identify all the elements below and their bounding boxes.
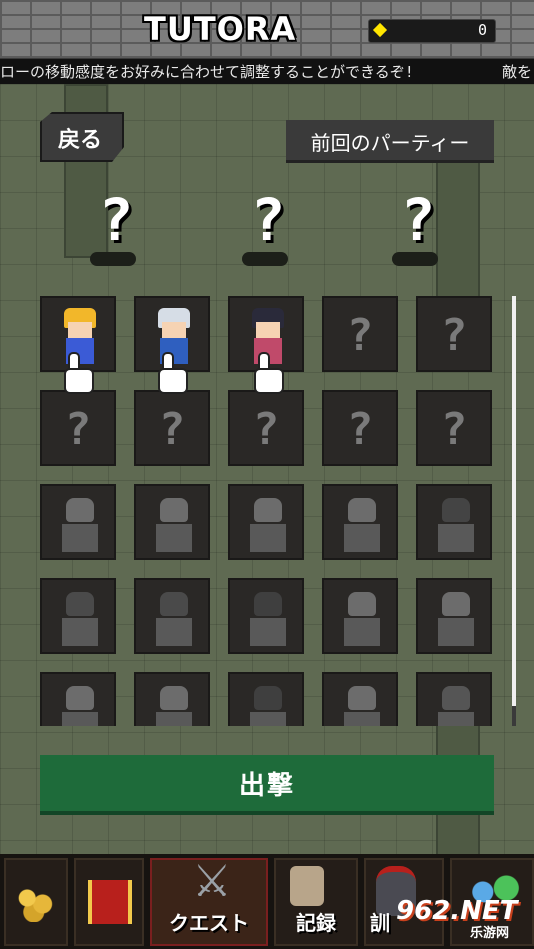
gift-box-icon: [88, 880, 132, 924]
site-watermark-logo: 962.NET 乐游网: [396, 896, 534, 946]
slot-shadow: [90, 252, 136, 266]
roster-cell-unknown[interactable]: ?: [40, 390, 116, 466]
locked-character-silhouette: [340, 498, 384, 554]
roster-cell-locked[interactable]: [228, 484, 304, 560]
gem-count: 0: [477, 21, 487, 39]
locked-character-silhouette: [152, 498, 196, 554]
locked-character-silhouette: [58, 498, 102, 554]
party-slot-1[interactable]: ?: [86, 188, 146, 274]
roster-cell-locked[interactable]: [134, 578, 210, 654]
roster-cell-unknown[interactable]: ?: [228, 390, 304, 466]
empty-slot-mark: ?: [98, 186, 134, 254]
locked-character-silhouette: [58, 592, 102, 648]
tutorial-hand-pointer-icon: [60, 354, 96, 394]
watermark-sub: 乐游网: [470, 926, 510, 941]
roster-cell-locked[interactable]: [322, 672, 398, 726]
locked-character-silhouette: [434, 498, 478, 554]
previous-party-label: 前回のパーティー: [310, 131, 470, 155]
empty-slot-mark: ?: [250, 186, 286, 254]
unknown-mark: ?: [346, 310, 374, 361]
roster-cell-locked[interactable]: [134, 484, 210, 560]
tutorial-hand-pointer-icon: [154, 354, 190, 394]
locked-character-silhouette: [340, 686, 384, 726]
roster-cell-unknown[interactable]: ?: [322, 390, 398, 466]
locked-character-silhouette: [152, 686, 196, 726]
hero-face: [256, 322, 280, 338]
roster-cell-unknown[interactable]: ?: [322, 296, 398, 372]
roster-cell-unknown[interactable]: ?: [416, 296, 492, 372]
nav-records[interactable]: 記録: [274, 858, 358, 946]
gem-counter: 0: [368, 19, 496, 43]
unknown-mark: ?: [252, 404, 280, 455]
roster-cell-locked[interactable]: [40, 578, 116, 654]
gold-coins-icon: [14, 882, 58, 922]
roster-cell-locked[interactable]: [416, 672, 492, 726]
locked-character-silhouette: [152, 592, 196, 648]
roster-cell-locked[interactable]: [40, 484, 116, 560]
roster-cell-unknown[interactable]: ?: [134, 390, 210, 466]
empty-slot-mark: ?: [400, 186, 436, 254]
slot-shadow: [392, 252, 438, 266]
previous-party-button[interactable]: 前回のパーティー: [286, 120, 494, 163]
nav-quest[interactable]: ⚔ クエスト: [150, 856, 268, 946]
sortie-button-label: 出撃: [238, 771, 295, 801]
unknown-mark: ?: [346, 404, 374, 455]
nav-gift[interactable]: [74, 858, 144, 946]
locked-character-silhouette: [246, 686, 290, 726]
roster-cell-locked[interactable]: [416, 578, 492, 654]
ticker-text-next: 敵を: [502, 63, 533, 81]
roster-cell-unknown[interactable]: ?: [416, 390, 492, 466]
locked-character-silhouette: [246, 498, 290, 554]
ticker-text: ローの移動感度をお好みに合わせて調整することができるぞ!: [0, 63, 414, 81]
roster-cell-locked[interactable]: [416, 484, 492, 560]
unknown-mark: ?: [64, 404, 92, 455]
hero-face: [162, 322, 186, 338]
nav-shop[interactable]: [4, 858, 68, 946]
roster-scrollbar[interactable]: [512, 296, 516, 706]
back-button[interactable]: 戻る: [40, 112, 124, 162]
character-roster-grid[interactable]: ? ? ? ? ? ? ?: [0, 290, 534, 726]
locked-character-silhouette: [434, 592, 478, 648]
locked-character-silhouette: [434, 686, 478, 726]
slot-shadow: [242, 252, 288, 266]
roster-cell-locked[interactable]: [322, 484, 398, 560]
roster-cell-locked[interactable]: [228, 578, 304, 654]
roster-cell-locked[interactable]: [228, 672, 304, 726]
party-slot-3[interactable]: ?: [388, 188, 448, 274]
nav-quest-label: クエスト: [169, 911, 249, 935]
locked-character-silhouette: [58, 686, 102, 726]
scroll-quill-icon: [290, 866, 324, 906]
game-title: TUTORA: [144, 10, 297, 48]
unknown-mark: ?: [440, 310, 468, 361]
gem-icon: [372, 22, 388, 38]
hero-face: [68, 322, 92, 338]
crossed-swords-icon: ⚔: [192, 856, 232, 907]
nav-records-label: 記録: [296, 911, 336, 935]
roster-cell-locked[interactable]: [134, 672, 210, 726]
party-slot-2[interactable]: ?: [238, 188, 298, 274]
roster-scrollbar-track: [512, 706, 516, 726]
tutorial-hand-pointer-icon: [250, 354, 286, 394]
tip-ticker: ローの移動感度をお好みに合わせて調整することができるぞ! 敵を: [0, 58, 534, 86]
unknown-mark: ?: [440, 404, 468, 455]
roster-cell-locked[interactable]: [322, 578, 398, 654]
sortie-button[interactable]: 出撃: [40, 755, 494, 815]
roster-cell-locked[interactable]: [40, 672, 116, 726]
locked-character-silhouette: [246, 592, 290, 648]
unknown-mark: ?: [158, 404, 186, 455]
back-button-label: 戻る: [58, 128, 103, 153]
locked-character-silhouette: [340, 592, 384, 648]
